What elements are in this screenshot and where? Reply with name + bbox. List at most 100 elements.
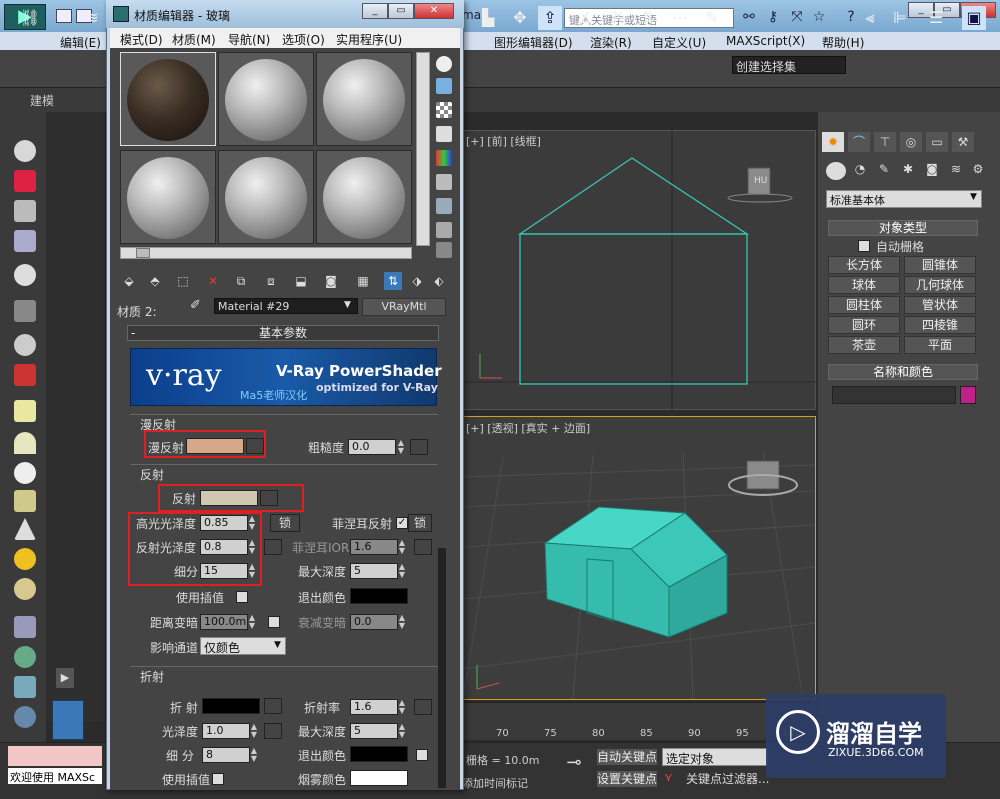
binoculars-icon[interactable]: ⚯ [740,8,758,26]
material-type-button[interactable]: VRayMtl [362,298,446,316]
named-selection-set-dropdown[interactable]: 创建选择集 [732,56,846,74]
half-sphere-icon[interactable] [14,334,36,356]
helpers-icon[interactable]: ◙ [922,162,942,180]
utilities-tab-icon[interactable]: ⚒ [952,132,974,152]
cylinder-button[interactable]: 圆柱体 [828,296,900,314]
move-icon[interactable]: ✥ [508,6,532,30]
abc-icon[interactable]: ✎ [700,6,724,30]
object-type-rollout[interactable]: 对象类型 [828,220,978,236]
params-scrollbar[interactable] [438,548,446,788]
systems-icon[interactable]: ⚙ [968,162,988,180]
light-icon[interactable] [14,264,36,286]
refract-ior-map-button[interactable] [414,699,432,715]
material-id-icon[interactable]: ◙ [322,272,340,290]
viewport-layout-icon[interactable] [52,700,84,740]
sample-slot-2[interactable] [218,52,314,146]
pyramid-button[interactable]: 四棱锥 [904,316,976,334]
align-icon[interactable]: ⊫ [888,6,912,30]
video-color-icon[interactable] [436,150,452,166]
chevron-down-icon[interactable]: ▼ [274,640,281,650]
auto-key-button[interactable]: 自动关键点 [596,748,658,766]
particles-icon[interactable] [14,616,36,638]
shapes-icon[interactable]: ◔ [850,162,870,180]
lights-icon[interactable]: ✎ [874,162,894,180]
fog-color-swatch[interactable] [350,770,408,786]
teapot-icon[interactable] [14,140,36,162]
ribbon-tab-modeling[interactable]: 建模 [30,92,54,109]
dim-falloff-input[interactable]: 0.0 [350,614,398,630]
object-name-input[interactable] [832,386,956,404]
exchange-icon[interactable]: ⤧ [788,8,806,26]
menu-graph-editors[interactable]: 图形编辑器(D) [494,34,573,51]
menu-help[interactable]: 帮助(H) [822,34,864,51]
sun-icon[interactable] [14,548,36,570]
refr-gloss-spinner[interactable]: ▲ ▼ [249,723,259,739]
set-key-button[interactable]: 设置关键点 [596,770,658,788]
film-icon[interactable] [14,364,36,386]
refr-subdivs-input[interactable]: 8 [202,747,250,763]
sample-slot-6[interactable] [316,150,412,244]
reflect-map-button[interactable] [260,490,278,506]
refr-max-depth-input[interactable]: 5 [350,723,398,739]
hilight-gloss-spinner[interactable]: ▲ ▼ [247,515,257,531]
max-depth-spinner[interactable]: ▲ ▼ [397,563,407,579]
diffuse-color-swatch[interactable] [186,438,244,454]
box-button[interactable]: 长方体 [828,256,900,274]
play-icon[interactable]: ▶ [56,668,74,688]
refr-gloss-input[interactable]: 1.0 [202,723,250,739]
modify-tab-icon[interactable]: ⌒ [848,132,870,152]
unlink-icon[interactable]: ∽ [50,6,74,30]
subdivs-spinner[interactable]: ▲ ▼ [247,563,257,579]
menu-edit[interactable]: 编辑(E) [60,34,101,51]
show-end-result-icon[interactable]: ⇅ [384,272,402,290]
refract-color-swatch[interactable] [202,698,260,714]
options-icon[interactable] [436,198,452,214]
refr-use-interp-checkbox[interactable] [212,773,224,785]
me-menu-material[interactable]: 材质(M) [172,31,216,48]
scene-explorer-icon[interactable]: ▣ [962,6,986,30]
me-menu-modes[interactable]: 模式(D) [120,31,163,48]
motion-tab-icon[interactable]: ◎ [900,132,922,152]
link-icon[interactable]: ⛓ [18,6,42,30]
dim-distance-checkbox[interactable] [268,616,280,628]
me-maximize-button[interactable]: ▭ [388,3,414,19]
refr-exit-color-swatch[interactable] [350,746,408,762]
fresnel-checkbox[interactable]: ✓ [396,517,408,529]
refract-ior-input[interactable]: 1.6 [350,699,398,715]
refr-gloss-map-button[interactable] [264,723,282,739]
sample-slot-4[interactable] [120,150,216,244]
spinner-snap-icon[interactable]: ⇅ [636,6,660,30]
sample-slots-vertical-scrollbar[interactable] [416,52,430,246]
list-icon[interactable] [14,200,36,222]
menu-rendering[interactable]: 渲染(R) [590,34,632,51]
menu-customize[interactable]: 自定义(U) [652,34,706,51]
bind-spacewarp-icon[interactable]: ≋ [80,6,104,30]
torus-button[interactable]: 圆环 [828,316,900,334]
me-close-button[interactable]: ✕ [414,3,454,19]
exit-color-swatch[interactable] [350,588,408,604]
object-color-swatch[interactable] [960,386,976,404]
display-tab-icon[interactable]: ▭ [926,132,948,152]
reset-map-icon[interactable]: ✕ [204,272,222,290]
material-map-navigator-icon[interactable] [436,242,452,258]
fresnel-ior-map-button[interactable] [414,539,432,555]
roughness-map-button[interactable] [410,439,428,455]
use-interp-checkbox[interactable] [236,591,248,603]
axis-icon[interactable] [14,676,36,698]
dome-icon[interactable] [14,432,36,454]
refr-subdivs-spinner[interactable]: ▲ ▼ [249,747,259,763]
hilight-gloss-input[interactable]: 0.85 [200,515,248,531]
hilight-lock-button[interactable]: 锁 [270,514,300,532]
tube-button[interactable]: 管状体 [904,296,976,314]
sphere-button[interactable]: 球体 [828,276,900,294]
create-tab-icon[interactable]: ✸ [822,132,844,152]
eyedropper-icon[interactable]: ✐ [190,298,201,313]
chevron-down-icon[interactable]: ▼ [344,300,351,310]
key-mode-icon[interactable]: ⊸ [560,752,588,780]
table-icon[interactable] [14,230,36,252]
rollout-collapse-icon[interactable]: - [131,326,135,340]
sample-slot-5[interactable] [218,150,314,244]
me-menu-utilities[interactable]: 实用程序(U) [336,31,402,48]
spacewarps-icon[interactable]: ≋ [946,162,966,180]
fresnel-ior-input[interactable]: 1.6 [350,539,398,555]
